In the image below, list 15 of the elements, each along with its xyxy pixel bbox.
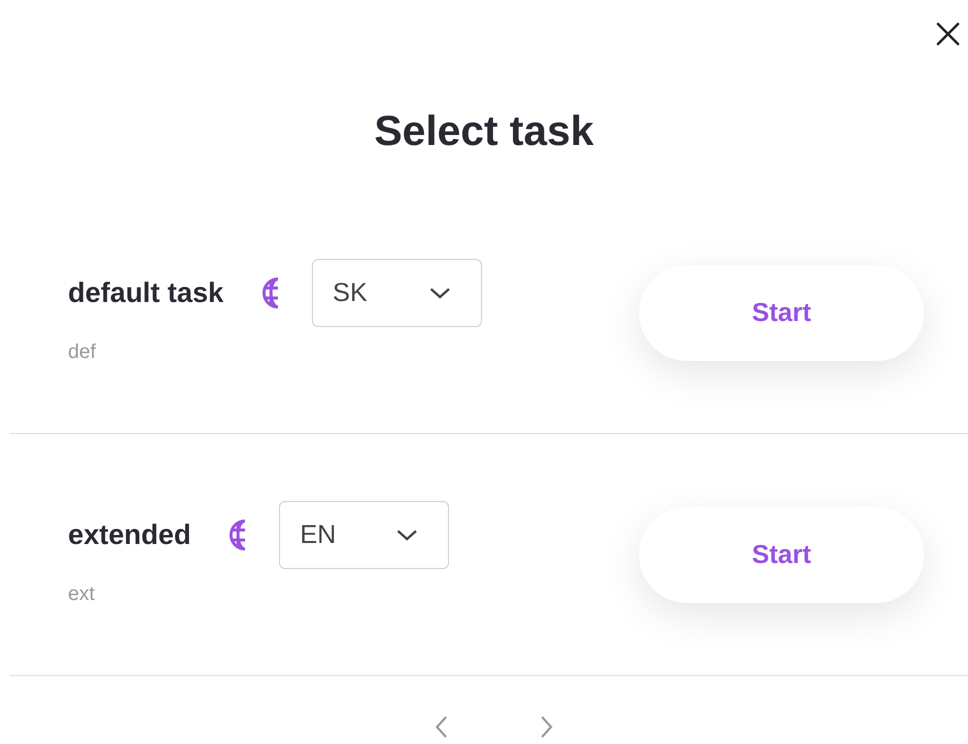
globe-icon [260,276,280,308]
language-dropdown[interactable]: SK [312,258,482,326]
dialog-title: Select task [374,106,594,156]
language-dropdown[interactable]: EN [278,500,449,568]
task-description: ext [68,582,96,606]
chevron-left-icon [434,715,448,739]
chevron-down-icon [428,286,451,298]
start-button[interactable]: Start [639,506,924,602]
task-description: def [68,340,97,364]
start-button[interactable]: Start [639,264,924,360]
globe-icon [226,518,247,550]
task-name: default task [68,276,224,310]
chevron-down-icon [396,528,418,540]
task-name: extended [68,518,191,552]
chevron-right-icon [540,715,554,739]
